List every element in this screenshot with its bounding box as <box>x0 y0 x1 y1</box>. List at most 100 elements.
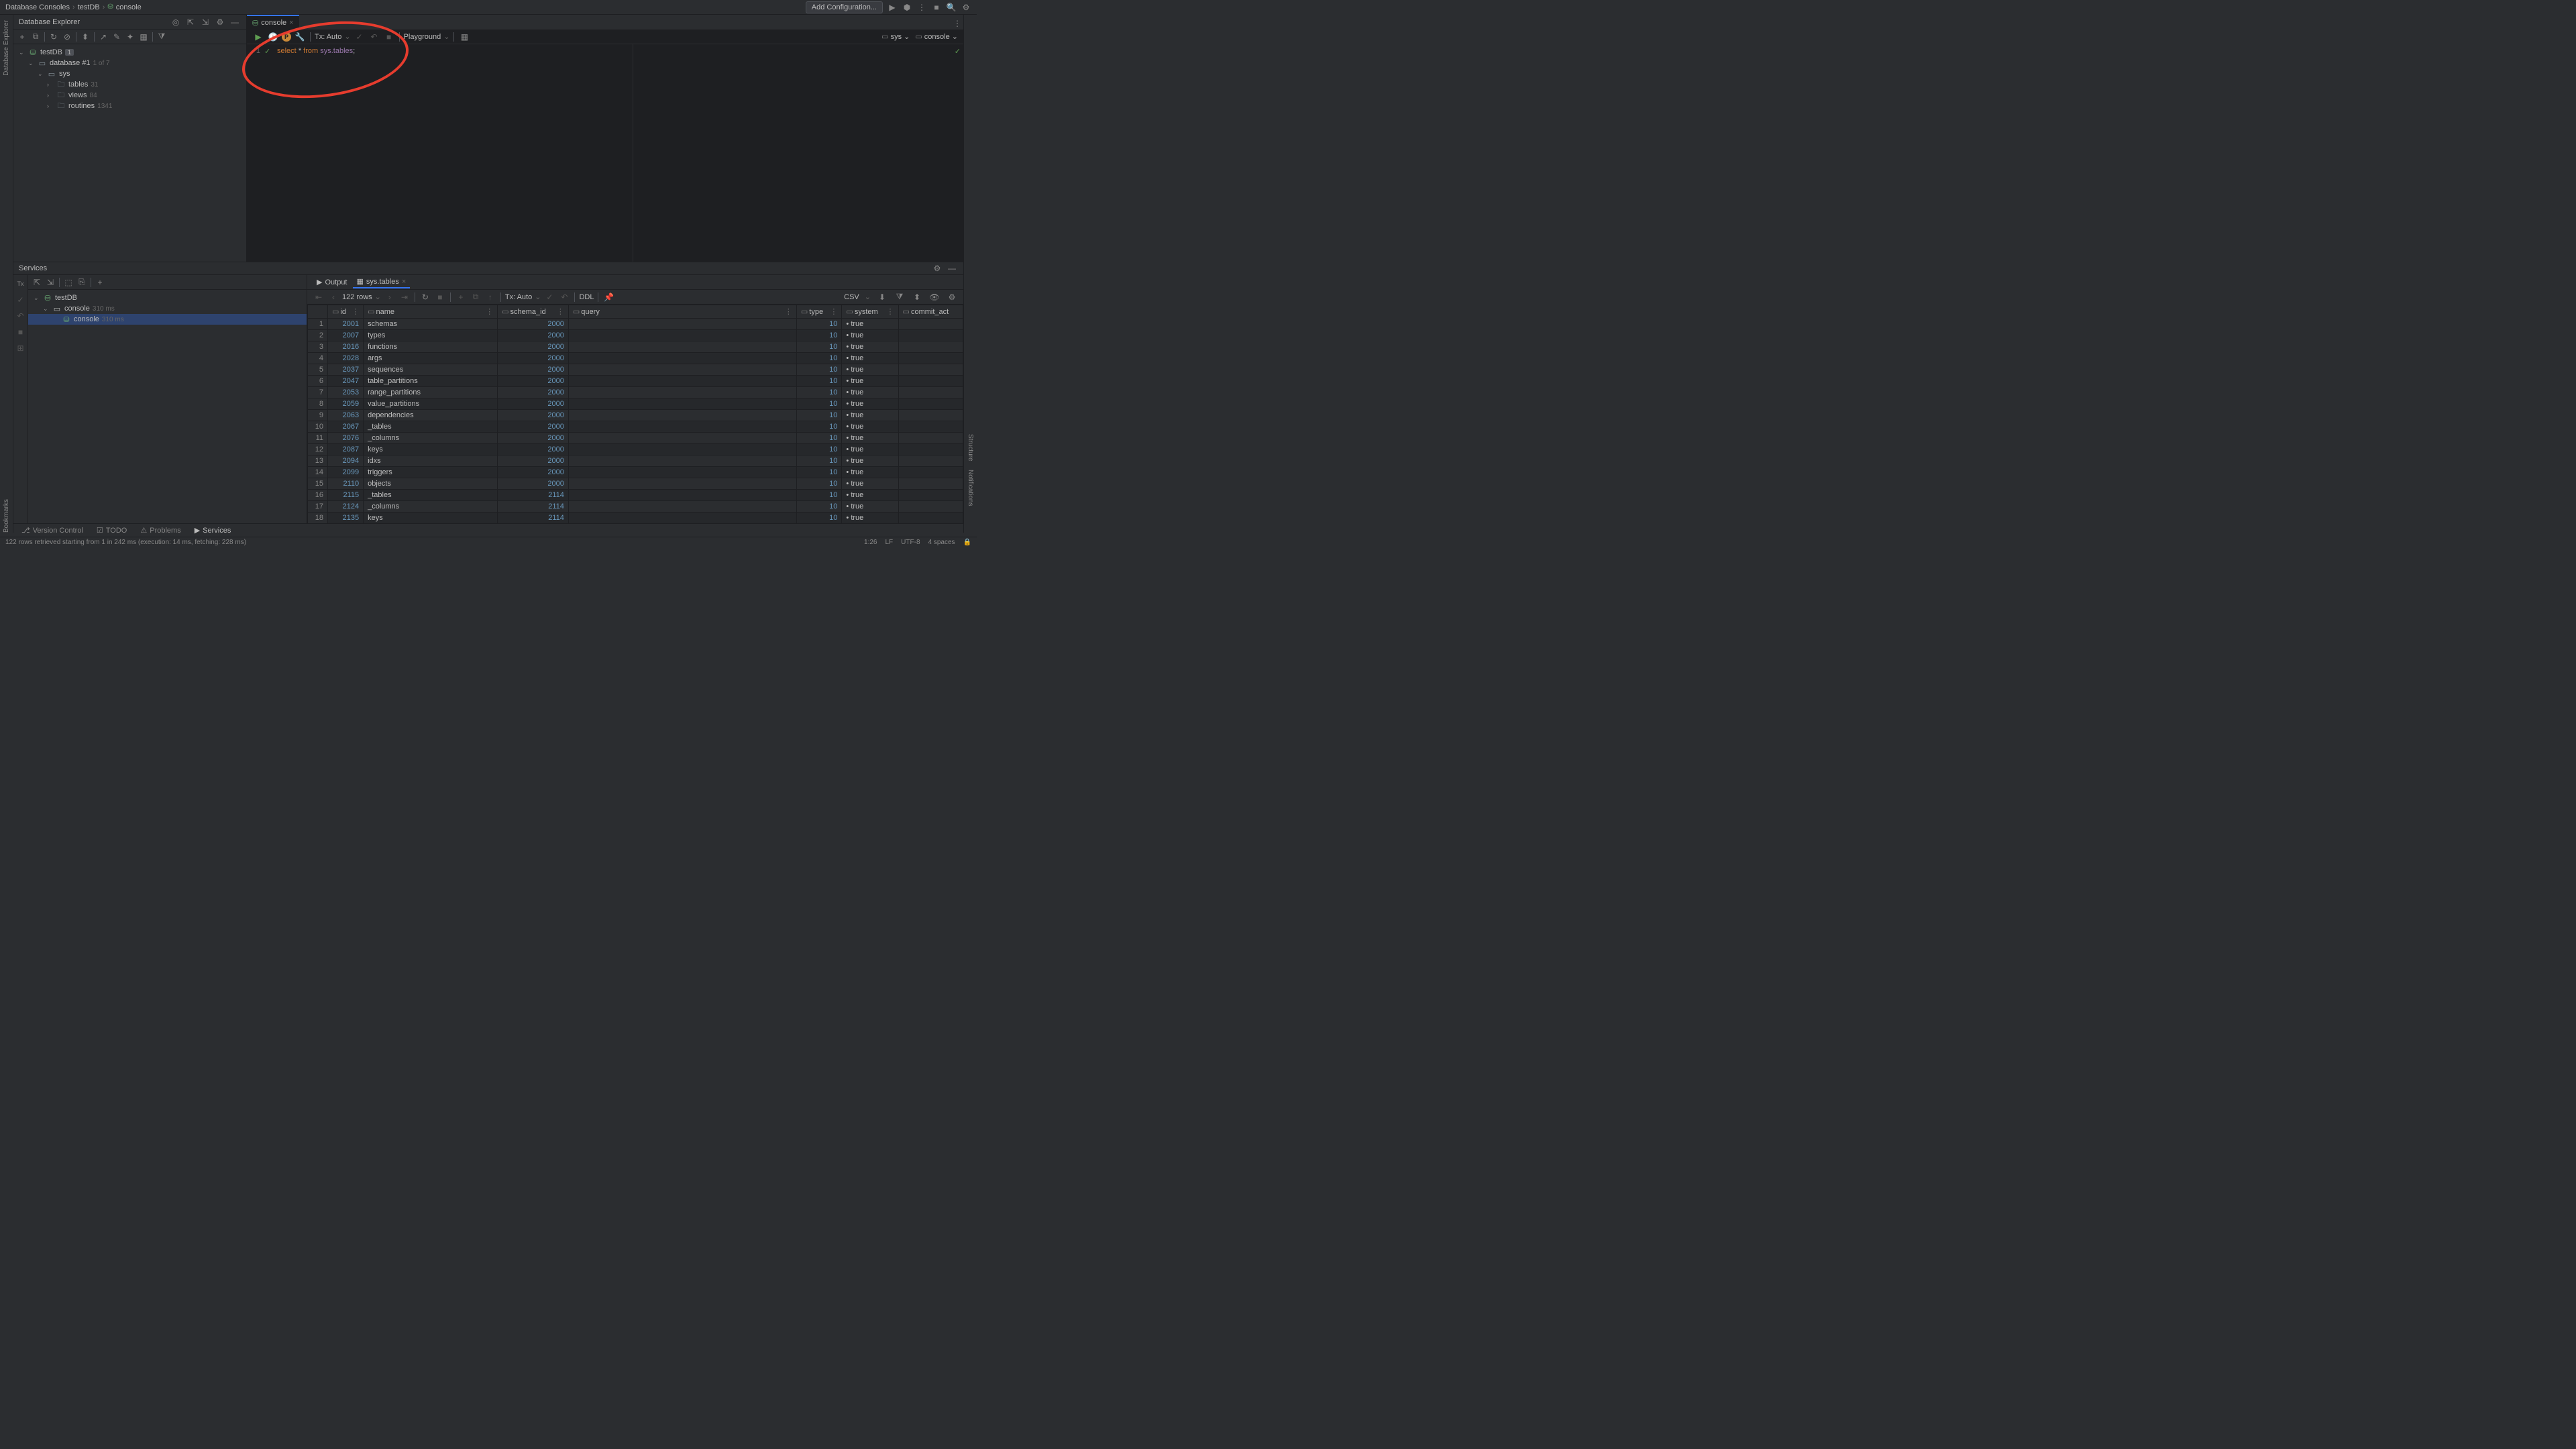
history-icon[interactable]: 🕓 <box>267 31 279 43</box>
encoding[interactable]: UTF-8 <box>901 539 920 546</box>
gear-icon[interactable]: ⚙ <box>214 16 226 28</box>
target-icon[interactable]: ◎ <box>170 16 182 28</box>
reload-icon[interactable]: ↻ <box>419 291 431 303</box>
expand-icon[interactable]: ⇱ <box>184 16 197 28</box>
tree-views[interactable]: › 🗀 views 84 <box>13 90 246 101</box>
col-schema[interactable]: ▭schema_id ⋮ <box>498 305 569 319</box>
commit-icon[interactable]: ✓ <box>543 291 555 303</box>
view-icon[interactable]: ▦ <box>458 31 470 43</box>
table-row[interactable]: 42028args200010• true <box>308 353 963 364</box>
line-ending[interactable]: LF <box>885 539 894 546</box>
tx-mode-dropdown[interactable]: Tx: Auto <box>315 33 341 41</box>
indent[interactable]: 4 spaces <box>928 539 955 546</box>
services-tab[interactable]: ▶Services <box>189 525 237 536</box>
table-row[interactable]: 12001schemas200010• true <box>308 319 963 330</box>
col-name[interactable]: ▭name ⋮ <box>364 305 498 319</box>
table-row[interactable]: 22007types200010• true <box>308 330 963 341</box>
table-row[interactable]: 112076_columns200010• true <box>308 433 963 444</box>
table-row[interactable]: 52037sequences200010• true <box>308 364 963 376</box>
sort-icon[interactable]: ⬍ <box>911 291 923 303</box>
filter-icon[interactable]: ⧩ <box>894 291 906 303</box>
col-commit[interactable]: ▭commit_act <box>898 305 963 319</box>
search-icon[interactable]: 🔍 <box>946 2 957 13</box>
gear-icon[interactable]: ⚙ <box>946 291 958 303</box>
structure-tool-tab[interactable]: Structure <box>967 434 974 462</box>
cancel-icon[interactable]: ■ <box>383 31 395 43</box>
upload-icon[interactable]: ↑ <box>484 291 496 303</box>
tree-database[interactable]: ⌄ ▭ database #1 1 of 7 <box>13 58 246 68</box>
editor-tab-console[interactable]: ⛁ console × <box>247 15 299 30</box>
minimize-icon[interactable]: — <box>229 16 241 28</box>
collapse-icon[interactable]: ⇲ <box>44 276 56 288</box>
gear-icon[interactable]: ⚙ <box>961 2 971 13</box>
todo-tab[interactable]: ☑TODO <box>91 525 132 536</box>
view-icon[interactable]: ▦ <box>138 31 150 43</box>
run-icon[interactable]: ▶ <box>887 2 898 13</box>
table-row[interactable]: 82059value_partitions200010• true <box>308 398 963 410</box>
add-configuration-button[interactable]: Add Configuration... <box>806 1 883 13</box>
tree-routines[interactable]: › 🗀 routines 1341 <box>13 101 246 111</box>
col-query[interactable]: ▭query ⋮ <box>568 305 796 319</box>
table-row[interactable]: 102067_tables200010• true <box>308 421 963 433</box>
vcs-tab[interactable]: ⎇Version Control <box>16 525 89 536</box>
row-header[interactable] <box>308 305 328 319</box>
bookmarks-tool-tab[interactable]: Bookmarks <box>3 499 10 533</box>
tree-db[interactable]: ⌄ ⛁ testDB 1 <box>13 47 246 58</box>
expand-icon[interactable]: ⇱ <box>31 276 43 288</box>
clone-row-icon[interactable]: ⧉ <box>470 291 482 303</box>
wrench-icon[interactable]: 🔧 <box>294 31 306 43</box>
code-editor[interactable]: 1 ✓ select * from sys.tables; ✓ <box>247 44 963 262</box>
output-tab[interactable]: ▶Output <box>313 276 352 288</box>
table-row[interactable]: 172124_columns211410• true <box>308 501 963 513</box>
stop-icon[interactable]: ■ <box>931 2 942 13</box>
filter-icon[interactable]: ⧩ <box>156 31 168 43</box>
edit-icon[interactable]: ✎ <box>111 31 123 43</box>
schema-selector[interactable]: ▭ sys ⌄ <box>881 32 910 41</box>
table-row[interactable]: 162115_tables211410• true <box>308 490 963 501</box>
more-icon[interactable]: ⋮ <box>951 17 963 30</box>
layout-icon[interactable]: ⬚ <box>62 276 74 288</box>
add-icon[interactable]: + <box>94 276 106 288</box>
collapse-icon[interactable]: ⇲ <box>199 16 211 28</box>
stop-icon[interactable]: ⊘ <box>61 31 73 43</box>
db-explorer-tool-tab[interactable]: Database Explorer <box>3 20 10 76</box>
debug-icon[interactable]: ⬢ <box>902 2 912 13</box>
refresh-icon[interactable]: ↻ <box>48 31 60 43</box>
table-row[interactable]: 62047table_partitions200010• true <box>308 376 963 387</box>
eye-icon[interactable]: 👁 <box>928 291 941 303</box>
systables-tab[interactable]: ▦sys.tables × <box>353 276 411 288</box>
table-row[interactable]: 32016functions200010• true <box>308 341 963 353</box>
table-row[interactable]: 182135keys211410• true <box>308 513 963 524</box>
export-format-dropdown[interactable]: CSV <box>844 293 859 301</box>
tx-mode-dropdown[interactable]: Tx: Auto <box>505 293 532 301</box>
stop-icon[interactable]: ■ <box>434 291 446 303</box>
commit-icon[interactable]: ✓ <box>15 294 27 306</box>
services-tree-console-child[interactable]: ⛁ console 310 ms <box>28 314 307 325</box>
more-run-icon[interactable]: ⋮ <box>916 2 927 13</box>
stop-icon[interactable]: ■ <box>15 326 27 338</box>
rollback-icon[interactable]: ↶ <box>15 310 27 322</box>
tree-schema[interactable]: ⌄ ▭ sys <box>13 68 246 79</box>
grid-icon[interactable]: ⊞ <box>15 342 27 354</box>
diff-icon[interactable]: ⬍ <box>79 31 91 43</box>
row-count-dropdown[interactable]: 122 rows <box>342 293 372 301</box>
commit-icon[interactable]: ✓ <box>354 31 366 43</box>
lock-icon[interactable]: 🔒 <box>963 539 971 546</box>
execute-icon[interactable]: ▶ <box>252 31 264 43</box>
services-tree-console[interactable]: ⌄ ▭ console 310 ms <box>28 303 307 314</box>
services-tree-db[interactable]: ⌄ ⛁ testDB <box>28 292 307 303</box>
explain-plan-icon[interactable]: P <box>282 32 291 42</box>
table-row[interactable]: 152110objects200010• true <box>308 478 963 490</box>
notifications-tool-tab[interactable]: Notifications <box>967 470 974 506</box>
duplicate-icon[interactable]: ⧉ <box>30 31 42 43</box>
table-row[interactable]: 142099triggers200010• true <box>308 467 963 478</box>
ddl-tab[interactable]: DDL <box>579 293 594 301</box>
table-row[interactable]: 92063dependencies200010• true <box>308 410 963 421</box>
table-row[interactable]: 132094idxs200010• true <box>308 455 963 467</box>
add-icon[interactable]: + <box>16 31 28 43</box>
pin-icon[interactable]: ✦ <box>124 31 136 43</box>
minimize-icon[interactable]: — <box>946 262 958 274</box>
breadcrumb-db[interactable]: testDB <box>78 3 100 11</box>
next-page-icon[interactable]: › <box>384 291 396 303</box>
jump-icon[interactable]: ↗ <box>97 31 109 43</box>
